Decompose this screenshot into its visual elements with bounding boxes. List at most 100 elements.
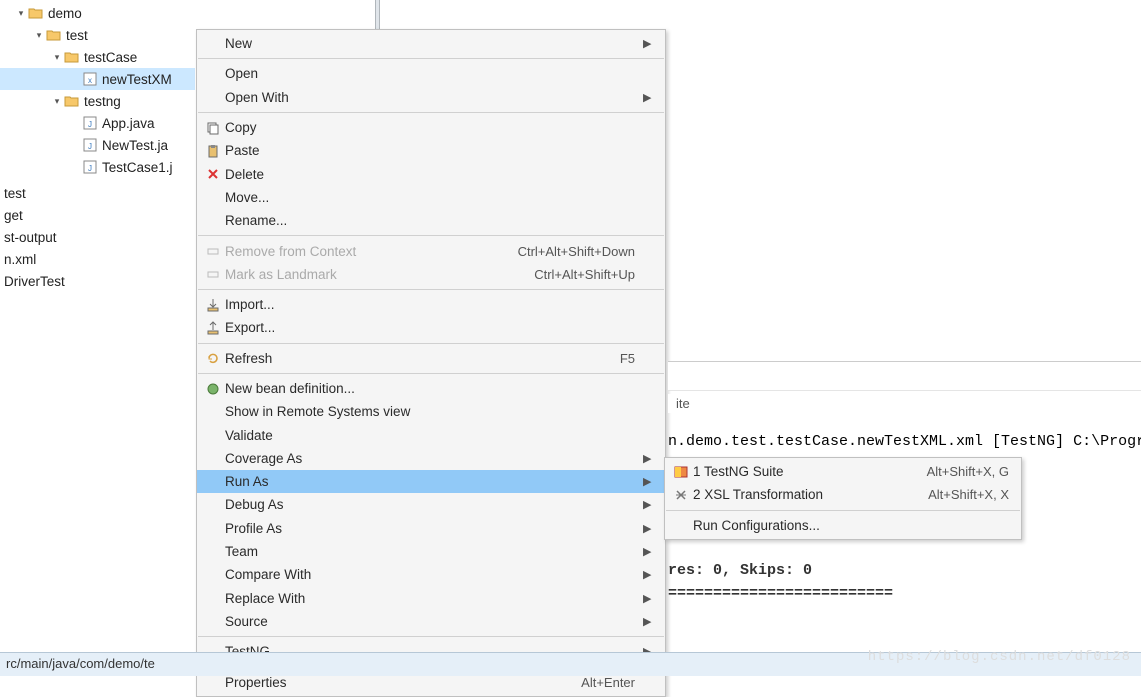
menu-item-new-bean-definition[interactable]: New bean definition... <box>197 377 665 400</box>
submenu-arrow-icon: ▶ <box>643 37 653 50</box>
menu-item-coverage-as[interactable]: Coverage As▶ <box>197 447 665 470</box>
tree-item[interactable]: J App.java <box>0 112 195 134</box>
tree-item-label: st-output <box>4 230 57 245</box>
menu-item-compare-with[interactable]: Compare With ▶ <box>197 563 665 586</box>
submenu-arrow-icon: ▶ <box>643 91 653 104</box>
menu-separator <box>198 235 664 236</box>
folder-icon <box>64 49 80 65</box>
menu-item-replace-with[interactable]: Replace With ▶ <box>197 587 665 610</box>
tree-item-label: n.xml <box>4 252 36 267</box>
menu-item-label: Move... <box>225 190 635 205</box>
submenu-arrow-icon: ▶ <box>643 498 653 511</box>
menu-item-label: Import... <box>225 297 635 312</box>
bean-icon <box>201 381 225 397</box>
context-menu: New▶ Open Open With ▶ CopyPasteDelete Move...… <box>196 29 666 697</box>
menu-item-label: Source <box>225 614 635 629</box>
menu-item-label: Remove from Context <box>225 244 518 259</box>
menu-item-label: Debug As <box>225 497 635 512</box>
submenu-arrow-icon: ▶ <box>643 545 653 558</box>
panel-divider[interactable] <box>375 0 380 30</box>
tree-expander-icon[interactable]: ▾ <box>50 96 64 107</box>
console-tab[interactable]: ite <box>668 394 698 413</box>
menu-item-debug-as[interactable]: Debug As ▶ <box>197 493 665 516</box>
tree-expander-icon[interactable]: ▾ <box>32 30 46 41</box>
menu-item-new[interactable]: New▶ <box>197 32 665 55</box>
menu-item-label: Refresh <box>225 351 620 366</box>
submenu-arrow-icon: ▶ <box>643 568 653 581</box>
menu-item-label: Export... <box>225 320 635 335</box>
tree-item-label: App.java <box>102 116 155 131</box>
landmark-icon <box>201 266 225 282</box>
console-output: n.demo.test.testCase.newTestXML.xml [Tes… <box>668 430 1141 605</box>
tree-item[interactable]: ▾testCase <box>0 46 195 68</box>
menu-item-validate[interactable]: Validate <box>197 423 665 446</box>
menu-item-label: New bean definition... <box>225 381 635 396</box>
tree-item-label: demo <box>48 6 82 21</box>
status-text: rc/main/java/com/demo/te <box>6 656 155 671</box>
tree-item-label: NewTest.ja <box>102 138 168 153</box>
watermark: https://blog.csdn.net/df0128 <box>868 649 1131 665</box>
tree-item[interactable]: ▾ testng <box>0 90 195 112</box>
menu-item-label: Run As <box>225 474 635 489</box>
tree-item[interactable]: ▾ test <box>0 24 195 46</box>
editor-tab-area <box>668 361 1141 391</box>
menu-item-show-in-remote-systems-view[interactable]: Show in Remote Systems view <box>197 400 665 423</box>
console-tab-bar: ite <box>668 394 1141 413</box>
refresh-icon <box>201 350 225 366</box>
menu-item-source[interactable]: Source ▶ <box>197 610 665 633</box>
menu-shortcut: Alt+Enter <box>581 675 635 690</box>
tree-item-label: testng <box>84 94 121 109</box>
tree-item[interactable]: n.xml <box>0 248 195 270</box>
tree-item[interactable]: get <box>0 204 195 226</box>
tree-item[interactable]: DriverTest <box>0 270 195 292</box>
menu-item-profile-as[interactable]: Profile As▶ <box>197 517 665 540</box>
menu-item-mark-as-landmark: Mark as LandmarkCtrl+Alt+Shift+Up <box>197 263 665 286</box>
menu-item-open[interactable]: Open <box>197 62 665 85</box>
tree-item[interactable]: ▾ demo <box>0 2 195 24</box>
tree-expander-icon[interactable]: ▾ <box>50 52 64 63</box>
menu-shortcut: F5 <box>620 351 635 366</box>
menu-item-open-with[interactable]: Open With ▶ <box>197 86 665 109</box>
menu-item-label: Rename... <box>225 213 635 228</box>
menu-item-delete[interactable]: Delete <box>197 162 665 185</box>
tree-item[interactable]: test <box>0 182 195 204</box>
tree-item[interactable]: J NewTest.ja <box>0 134 195 156</box>
menu-item-label: Team <box>225 544 635 559</box>
tree-item[interactable]: st-output <box>0 226 195 248</box>
menu-item-move[interactable]: Move... <box>197 186 665 209</box>
menu-item-label: Coverage As <box>225 451 635 466</box>
menu-item-refresh[interactable]: RefreshF5 <box>197 347 665 370</box>
java-icon: J <box>82 159 98 175</box>
submenu-arrow-icon: ▶ <box>643 475 653 488</box>
submenu-arrow-icon: ▶ <box>643 615 653 628</box>
menu-item-label: Mark as Landmark <box>225 267 534 282</box>
import-icon <box>201 297 225 313</box>
folder-icon <box>46 27 62 43</box>
menu-item-label: Open With <box>225 90 635 105</box>
menu-shortcut: Ctrl+Alt+Shift+Down <box>518 244 635 259</box>
tree-item[interactable]: J TestCase1.j <box>0 156 195 178</box>
tree-item-label: get <box>4 208 23 223</box>
menu-item-copy[interactable]: Copy <box>197 116 665 139</box>
menu-item-paste[interactable]: Paste <box>197 139 665 162</box>
tree-item-label: test <box>66 28 88 43</box>
menu-item-label: Compare With <box>225 567 635 582</box>
xml-icon: x <box>82 71 98 87</box>
menu-separator <box>198 58 664 59</box>
menu-item-rename[interactable]: Rename... <box>197 209 665 232</box>
menu-separator <box>198 343 664 344</box>
menu-separator <box>198 373 664 374</box>
tree-item-label: TestCase1.j <box>102 160 173 175</box>
submenu-arrow-icon: ▶ <box>643 592 653 605</box>
paste-icon <box>201 143 225 159</box>
tree-expander-icon[interactable]: ▾ <box>14 8 28 19</box>
java-icon: J <box>82 137 98 153</box>
menu-item-run-as[interactable]: Run As ▶ <box>197 470 665 493</box>
menu-item-import[interactable]: Import... <box>197 293 665 316</box>
menu-item-label: Replace With <box>225 591 635 606</box>
menu-item-team[interactable]: Team ▶ <box>197 540 665 563</box>
menu-shortcut: Ctrl+Alt+Shift+Up <box>534 267 635 282</box>
tree-item[interactable]: xnewTestXM <box>0 68 195 90</box>
menu-item-export[interactable]: Export... <box>197 316 665 339</box>
java-icon: J <box>82 115 98 131</box>
